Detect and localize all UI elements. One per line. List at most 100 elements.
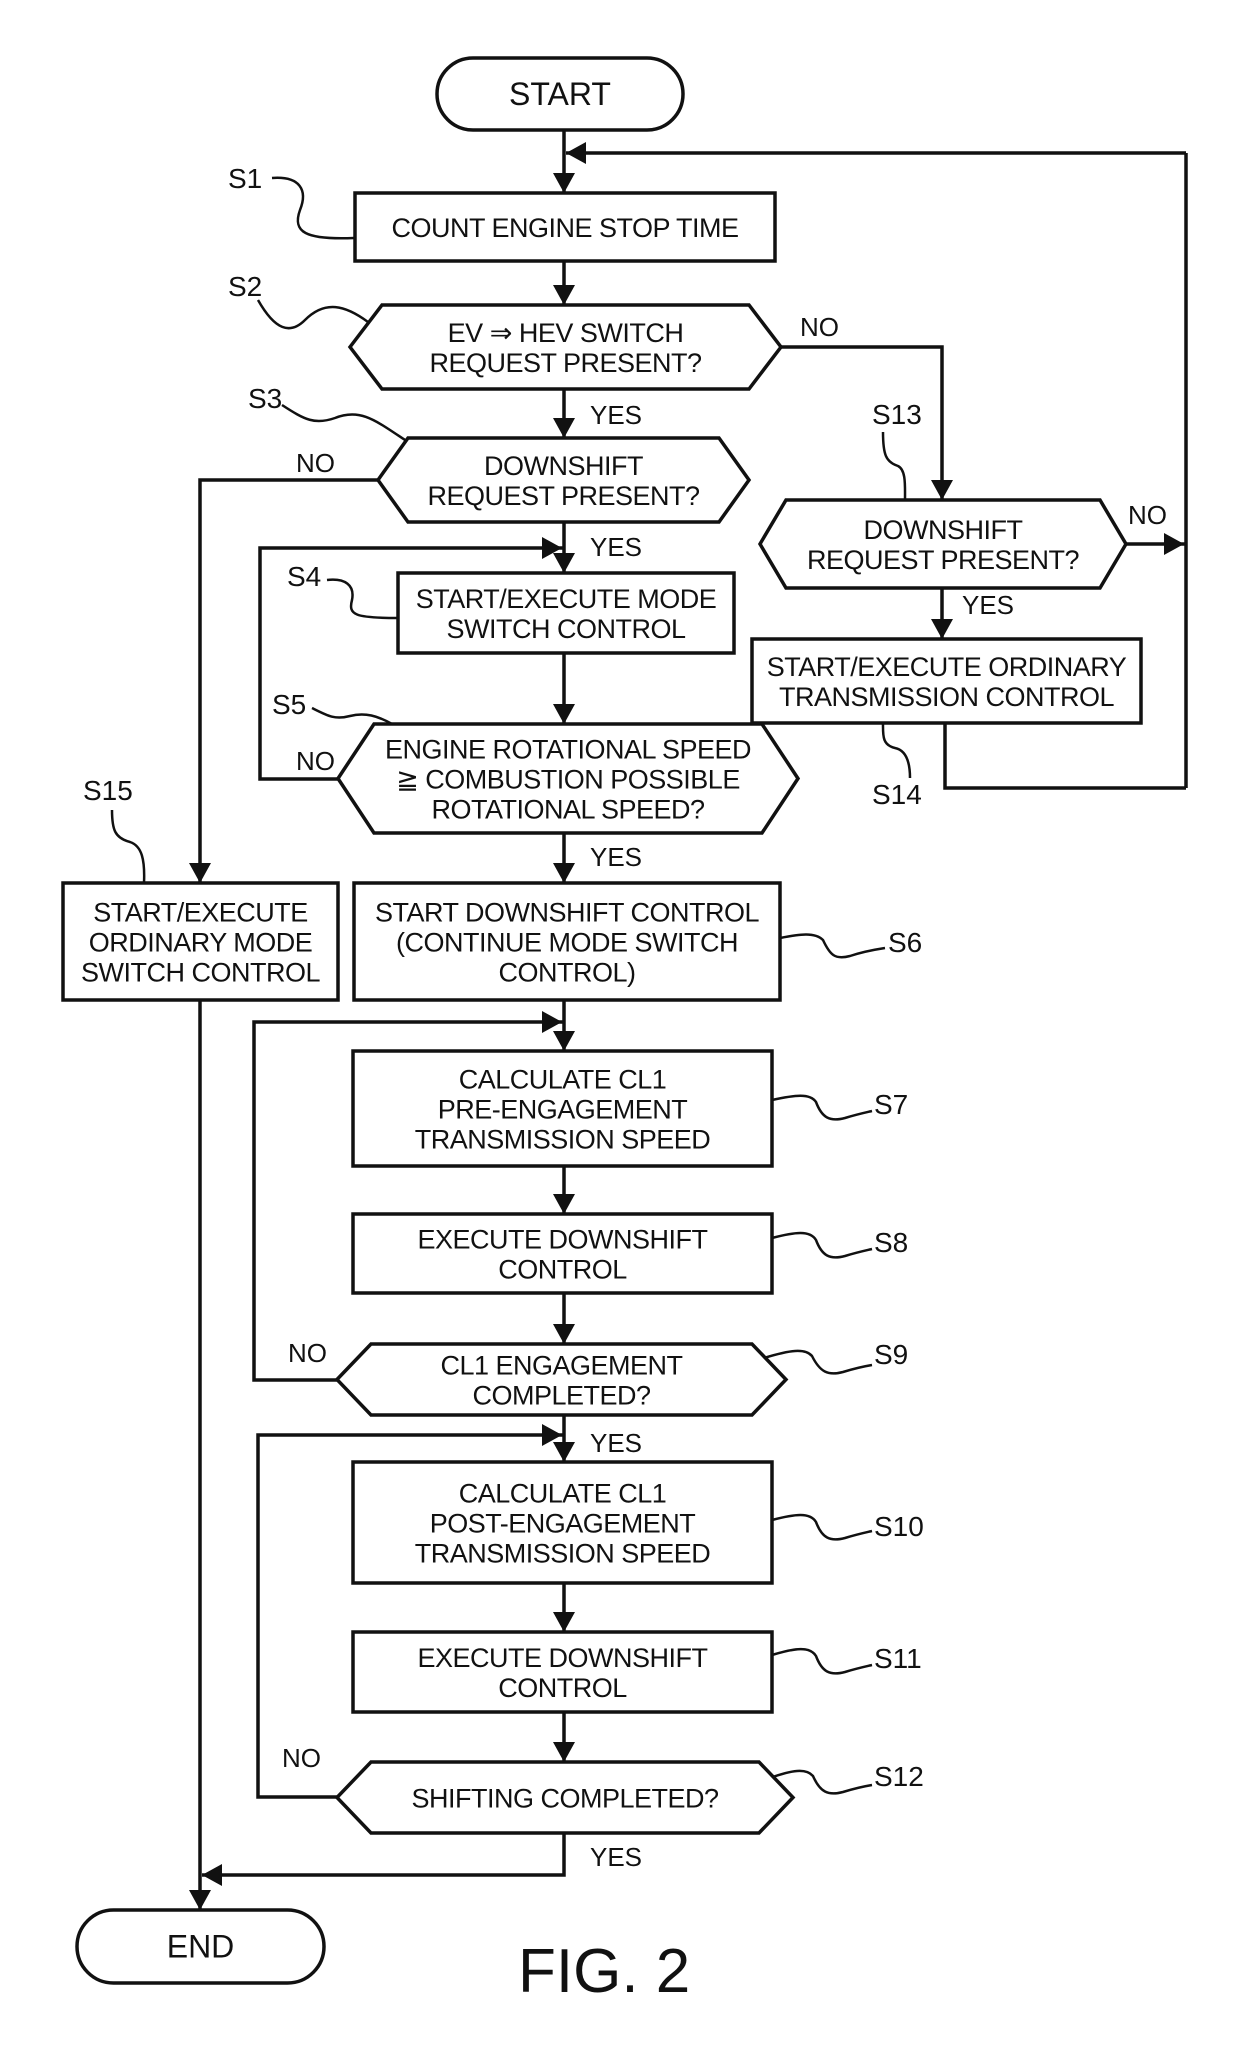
branch-label-no: NO bbox=[800, 312, 839, 342]
step-label-s5: S5 bbox=[272, 689, 306, 720]
leader-s3 bbox=[281, 403, 406, 442]
arrowhead bbox=[189, 863, 211, 883]
step-text-line: DOWNSHIFT bbox=[484, 451, 643, 481]
step-label-s4: S4 bbox=[287, 561, 321, 592]
step-label-s3: S3 bbox=[248, 383, 282, 414]
step-text-line: CL1 ENGAGEMENT bbox=[440, 1351, 682, 1381]
step-text-line: ≧ COMBUSTION POSSIBLE bbox=[396, 765, 740, 795]
leader-s8 bbox=[771, 1231, 873, 1259]
step-s5-decision: ENGINE ROTATIONAL SPEED≧ COMBUSTION POSS… bbox=[335, 722, 801, 835]
step-s14-process: START/EXECUTE ORDINARYTRANSMISSION CONTR… bbox=[750, 637, 1143, 725]
step-s8-process: EXECUTE DOWNSHIFTCONTROL bbox=[351, 1212, 774, 1295]
step-s3-decision: DOWNSHIFTREQUEST PRESENT? bbox=[375, 436, 752, 524]
arrowhead bbox=[553, 1324, 575, 1344]
step-text-line: REQUEST PRESENT? bbox=[807, 545, 1080, 575]
arrowhead bbox=[553, 173, 575, 193]
step-text-line: SHIFTING COMPLETED? bbox=[411, 1784, 719, 1814]
step-text-line: REQUEST PRESENT? bbox=[429, 348, 702, 378]
step-label-s1: S1 bbox=[228, 163, 262, 194]
arrowhead bbox=[553, 285, 575, 305]
branch-label-yes: YES bbox=[590, 1428, 642, 1458]
step-s9-decision: CL1 ENGAGEMENTCOMPLETED? bbox=[334, 1342, 789, 1417]
step-text-line: START DOWNSHIFT CONTROL bbox=[375, 898, 760, 928]
labels: S1 S2 S3 S4 S5 S15 S13 S14 S6 S7 S8 S9 S10 S11 S12 YES N… bbox=[83, 163, 1167, 1872]
step-s11-process: EXECUTE DOWNSHIFTCONTROL bbox=[351, 1630, 774, 1714]
step-label-s15: S15 bbox=[83, 775, 133, 806]
leader-s10 bbox=[771, 1513, 873, 1541]
step-label-s9: S9 bbox=[874, 1339, 908, 1370]
arrowhead bbox=[553, 1442, 575, 1462]
arrowhead bbox=[542, 1011, 562, 1033]
step-label-s13: S13 bbox=[872, 399, 922, 430]
arrowhead bbox=[553, 553, 575, 573]
leader-s1 bbox=[271, 176, 355, 240]
step-text-line: TRANSMISSION SPEED bbox=[415, 1539, 711, 1569]
step-text-line: COUNT ENGINE STOP TIME bbox=[391, 213, 738, 243]
step-text-line: COMPLETED? bbox=[472, 1381, 651, 1411]
step-text-line: TRANSMISSION SPEED bbox=[415, 1125, 711, 1155]
step-label-s7: S7 bbox=[874, 1089, 908, 1120]
step-text-line: START/EXECUTE ORDINARY bbox=[767, 652, 1127, 682]
branch-label-no: NO bbox=[296, 746, 335, 776]
step-text-line: ENGINE ROTATIONAL SPEED bbox=[385, 735, 751, 765]
leader-s13 bbox=[881, 431, 907, 501]
step-s6-process: START DOWNSHIFT CONTROL(CONTINUE MODE SW… bbox=[352, 881, 782, 1002]
arrowhead bbox=[931, 619, 953, 639]
step-text-line: EXECUTE DOWNSHIFT bbox=[417, 1225, 707, 1255]
arrowhead bbox=[931, 480, 953, 500]
leader-s2 bbox=[256, 299, 369, 330]
step-s13-decision: DOWNSHIFTREQUEST PRESENT? bbox=[757, 498, 1129, 590]
edge-s14-loop bbox=[943, 723, 1186, 790]
step-text-line: CONTROL) bbox=[499, 958, 636, 988]
step-text-line: START/EXECUTE bbox=[93, 898, 308, 928]
arrowhead bbox=[553, 863, 575, 883]
step-text-line: EXECUTE DOWNSHIFT bbox=[417, 1643, 707, 1673]
step-text-line: CONTROL bbox=[498, 1673, 627, 1703]
step-text-line: POST-ENGAGEMENT bbox=[430, 1509, 696, 1539]
arrowhead bbox=[553, 1031, 575, 1051]
arrowhead bbox=[553, 418, 575, 438]
step-label-s8: S8 bbox=[874, 1227, 908, 1258]
branch-label-yes: YES bbox=[590, 400, 642, 430]
branch-label-no: NO bbox=[288, 1338, 327, 1368]
branch-label-no: NO bbox=[1128, 500, 1167, 530]
step-text-line: CALCULATE CL1 bbox=[459, 1479, 667, 1509]
step-label-s10: S10 bbox=[874, 1511, 924, 1542]
flowchart-diagram: COUNT ENGINE STOP TIMEEV ⇒ HEV SWITCHREQ… bbox=[61, 56, 1188, 2006]
step-label-s12: S12 bbox=[874, 1761, 924, 1792]
branch-label-no: NO bbox=[282, 1743, 321, 1773]
step-s10-process: CALCULATE CL1POST-ENGAGEMENTTRANSMISSION… bbox=[351, 1460, 774, 1585]
arrowhead bbox=[1164, 533, 1184, 555]
step-text-line: SWITCH CONTROL bbox=[447, 614, 686, 644]
leader-s15 bbox=[110, 809, 146, 884]
arrowhead bbox=[189, 1890, 211, 1910]
end-terminal: END bbox=[75, 1908, 326, 1985]
branch-label-yes: YES bbox=[590, 532, 642, 562]
start-terminal: START bbox=[435, 56, 685, 132]
leader-s5 bbox=[311, 706, 393, 726]
step-label-s11: S11 bbox=[874, 1643, 922, 1674]
step-text-line: ORDINARY MODE bbox=[89, 928, 313, 958]
step-s15-process: START/EXECUTEORDINARY MODESWITCH CONTROL bbox=[61, 881, 340, 1002]
step-s12-decision: SHIFTING COMPLETED? bbox=[334, 1760, 796, 1835]
step-text-line: EV ⇒ HEV SWITCH bbox=[448, 318, 684, 348]
arrowhead bbox=[566, 142, 586, 164]
branch-label-yes: YES bbox=[590, 1842, 642, 1872]
step-text-line: SWITCH CONTROL bbox=[81, 958, 320, 988]
flowchart-nodes: COUNT ENGINE STOP TIMEEV ⇒ HEV SWITCHREQ… bbox=[61, 56, 1143, 1985]
arrowhead bbox=[553, 1612, 575, 1632]
step-s4-process: START/EXECUTE MODESWITCH CONTROL bbox=[396, 571, 736, 655]
step-s1-process: COUNT ENGINE STOP TIME bbox=[353, 191, 777, 263]
figure-title: FIG. 2 bbox=[518, 1937, 690, 2006]
step-text-line: START/EXECUTE MODE bbox=[416, 584, 717, 614]
arrowhead bbox=[553, 1194, 575, 1214]
branch-label-yes: YES bbox=[590, 842, 642, 872]
leader-s11 bbox=[771, 1647, 873, 1675]
leader-s14 bbox=[881, 722, 912, 779]
step-text-line: REQUEST PRESENT? bbox=[427, 481, 700, 511]
leader-s9 bbox=[763, 1349, 873, 1375]
step-label-s6: S6 bbox=[888, 927, 922, 958]
step-text-line: CALCULATE CL1 bbox=[459, 1065, 667, 1095]
arrowhead bbox=[202, 1864, 222, 1886]
step-label-s2: S2 bbox=[228, 271, 262, 302]
